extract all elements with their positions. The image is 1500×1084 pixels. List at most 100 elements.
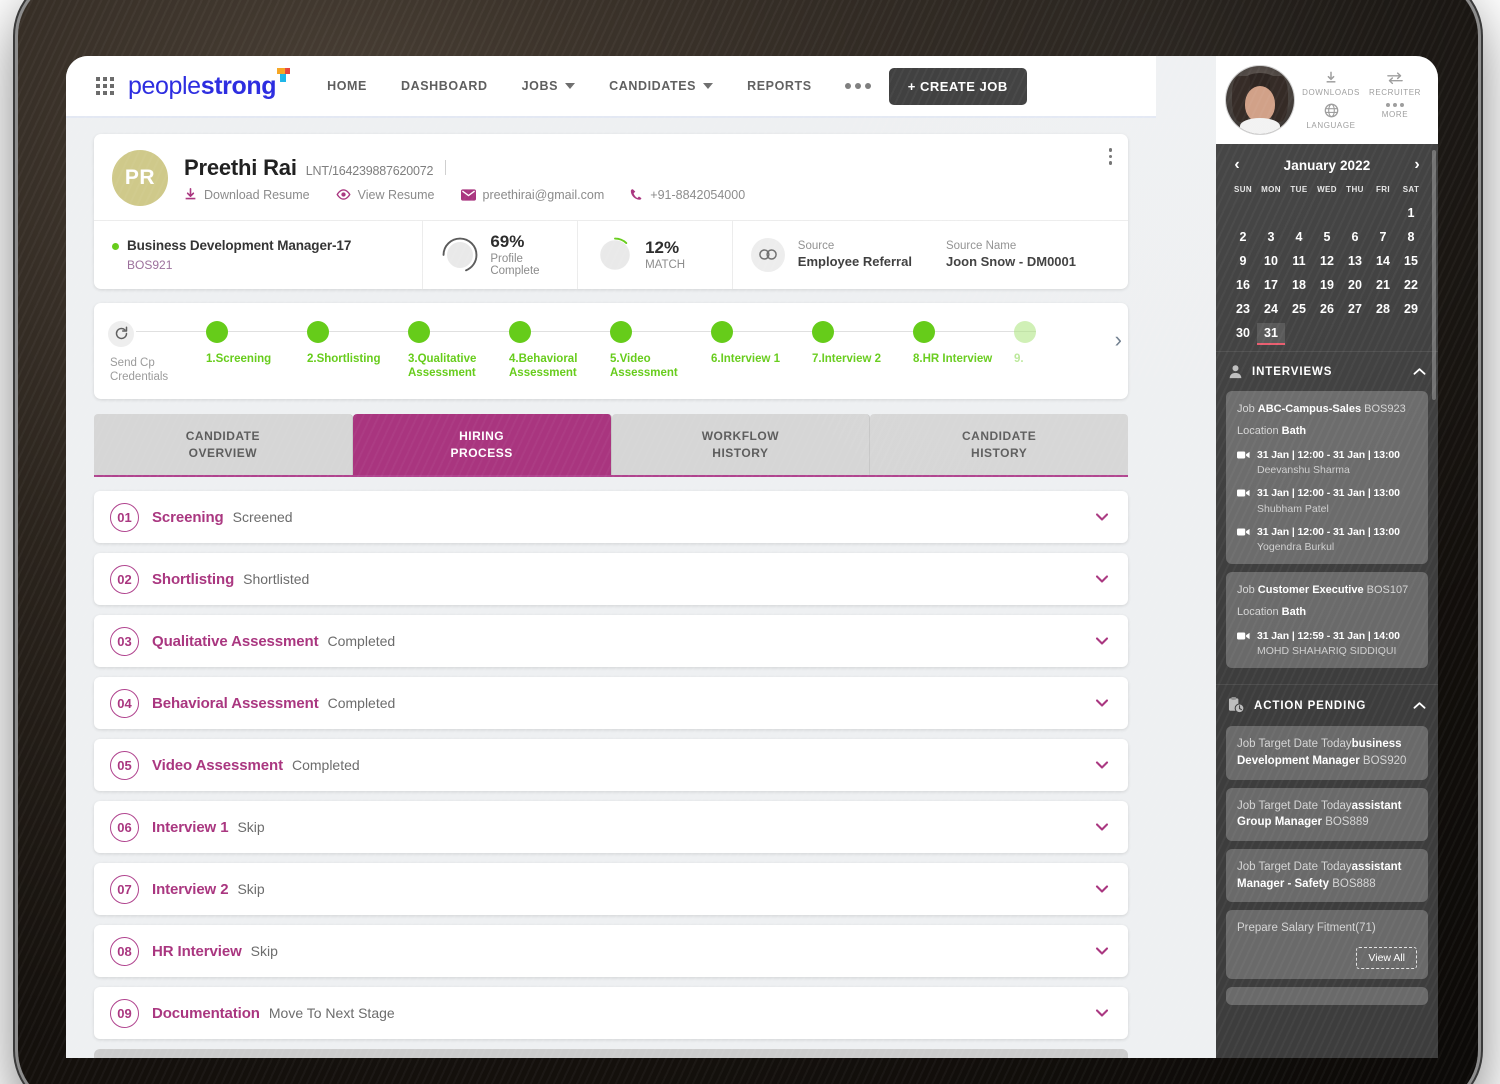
chevron-down-icon[interactable]: [1094, 819, 1110, 835]
tab-candidate-overview[interactable]: CANDIDATEOVERVIEW: [94, 414, 353, 476]
calendar-day[interactable]: 20: [1341, 275, 1369, 295]
candidate-phone[interactable]: +91-8842054000: [630, 188, 745, 202]
calendar-prev-month-button[interactable]: ‹: [1229, 156, 1245, 174]
calendar-day[interactable]: 4: [1285, 227, 1313, 247]
calendar-day[interactable]: 10: [1257, 251, 1285, 271]
stage-row-behavioral-assessment[interactable]: 04 Behavioral Assessment Completed: [94, 677, 1128, 729]
calendar-day[interactable]: 13: [1341, 251, 1369, 271]
calendar-day[interactable]: 24: [1257, 299, 1285, 319]
calendar-day[interactable]: 18: [1285, 275, 1313, 295]
action-pending-section-header[interactable]: ACTION PENDING: [1216, 684, 1438, 726]
interview-event[interactable]: 31 Jan | 12:00 - 31 Jan | 13:00Yogendra …: [1237, 525, 1417, 554]
chevron-down-icon[interactable]: [1094, 509, 1110, 525]
peoplestrong-logo[interactable]: peoplestrong: [128, 72, 276, 101]
action-pending-card-partial[interactable]: [1226, 987, 1428, 1005]
calendar-day[interactable]: 3: [1257, 227, 1285, 247]
calendar-day[interactable]: 11: [1285, 251, 1313, 271]
step-2-shortlisting[interactable]: 2.Shortlisting: [307, 321, 408, 366]
interviews-section-header[interactable]: INTERVIEWS: [1216, 351, 1438, 391]
action-pending-card[interactable]: Job Target Date Todayassistant Group Man…: [1226, 788, 1428, 841]
chevron-down-icon[interactable]: [1094, 1005, 1110, 1021]
calendar-day[interactable]: 12: [1313, 251, 1341, 271]
stage-row-salary-fitment[interactable]: 10 Salary Fitment Pending: [94, 1049, 1128, 1058]
step-4-behavioral-assessment[interactable]: 4.Behavioral Assessment: [509, 321, 610, 381]
step-8-hr-interview[interactable]: 8.HR Interview: [913, 321, 1014, 366]
chevron-up-icon[interactable]: [1413, 701, 1426, 710]
stage-row-video-assessment[interactable]: 05 Video Assessment Completed: [94, 739, 1128, 791]
recruiter-quick-action[interactable]: RECRUITER: [1364, 71, 1426, 97]
tab-hiring-process[interactable]: HIRINGPROCESS: [353, 414, 612, 476]
chevron-down-icon[interactable]: [1094, 757, 1110, 773]
interview-card[interactable]: Job Customer Executive BOS107Location Ba…: [1226, 572, 1428, 668]
calendar-day[interactable]: 29: [1397, 299, 1425, 319]
refresh-icon[interactable]: [108, 321, 134, 347]
interview-event[interactable]: 31 Jan | 12:00 - 31 Jan | 13:00Deevanshu…: [1237, 448, 1417, 477]
step-7-interview-2[interactable]: 7.Interview 2: [812, 321, 913, 366]
step-6-interview-1[interactable]: 6.Interview 1: [711, 321, 812, 366]
stage-row-hr-interview[interactable]: 08 HR Interview Skip: [94, 925, 1128, 977]
tab-candidate-history[interactable]: CANDIDATEHISTORY: [870, 414, 1128, 476]
action-pending-card[interactable]: Job Target Date Todaybusiness Developmen…: [1226, 726, 1428, 779]
calendar-day[interactable]: 16: [1229, 275, 1257, 295]
stage-row-interview-2[interactable]: 07 Interview 2 Skip: [94, 863, 1128, 915]
stage-row-shortlisting[interactable]: 02 Shortlisting Shortlisted: [94, 553, 1128, 605]
download-resume-link[interactable]: Download Resume: [184, 188, 310, 202]
calendar-day[interactable]: 14: [1369, 251, 1397, 271]
step-9-partial[interactable]: 9.: [1014, 321, 1115, 366]
calendar-day[interactable]: 30: [1229, 323, 1257, 345]
calendar-day[interactable]: 7: [1369, 227, 1397, 247]
calendar-day[interactable]: 2: [1229, 227, 1257, 247]
stage-row-interview-1[interactable]: 06 Interview 1 Skip: [94, 801, 1128, 853]
interview-card[interactable]: Job ABC-Campus-Sales BOS923Location Bath…: [1226, 391, 1428, 564]
more-quick-action[interactable]: MORE: [1364, 103, 1426, 130]
step-3-qualitative-assessment[interactable]: 3.Qualitative Assessment: [408, 321, 509, 381]
more-nav-ellipsis-icon[interactable]: [845, 83, 871, 89]
calendar-day[interactable]: 27: [1341, 299, 1369, 319]
calendar-day[interactable]: 19: [1313, 275, 1341, 295]
calendar-day[interactable]: 9: [1229, 251, 1257, 271]
view-all-button[interactable]: View All: [1356, 947, 1417, 969]
nav-item-dashboard[interactable]: DASHBOARD: [384, 79, 505, 93]
action-pending-card[interactable]: Job Target Date Todayassistant Manager -…: [1226, 849, 1428, 902]
create-job-button[interactable]: + CREATE JOB: [889, 68, 1027, 105]
calendar-day[interactable]: 17: [1257, 275, 1285, 295]
chevron-down-icon[interactable]: [1094, 633, 1110, 649]
calendar-day[interactable]: 22: [1397, 275, 1425, 295]
calendar-day[interactable]: 1: [1397, 203, 1425, 223]
view-resume-link[interactable]: View Resume: [336, 188, 435, 202]
stage-row-qualitative-assessment[interactable]: 03 Qualitative Assessment Completed: [94, 615, 1128, 667]
chevron-down-icon[interactable]: [1094, 695, 1110, 711]
nav-item-jobs[interactable]: JOBS: [505, 79, 592, 93]
calendar-day[interactable]: 5: [1313, 227, 1341, 247]
calendar-day[interactable]: 25: [1285, 299, 1313, 319]
candidate-more-menu-icon[interactable]: [1109, 148, 1113, 165]
stepper-next-arrow-icon[interactable]: ›: [1115, 327, 1122, 353]
stage-row-screening[interactable]: 01 Screening Screened: [94, 491, 1128, 543]
calendar-day-selected[interactable]: 31: [1257, 323, 1285, 345]
step-5-video-assessment[interactable]: 5.Video Assessment: [610, 321, 711, 381]
calendar-day[interactable]: 6: [1341, 227, 1369, 247]
interview-event[interactable]: 31 Jan | 12:00 - 31 Jan | 13:00Shubham P…: [1237, 486, 1417, 515]
interview-event[interactable]: 31 Jan | 12:59 - 31 Jan | 14:00MOHD SHAH…: [1237, 629, 1417, 658]
downloads-quick-action[interactable]: DOWNLOADS: [1300, 71, 1362, 97]
tab-workflow-history[interactable]: WORKFLOWHISTORY: [612, 414, 871, 476]
chevron-down-icon[interactable]: [1094, 943, 1110, 959]
stage-row-documentation[interactable]: 09 Documentation Move To Next Stage: [94, 987, 1128, 1039]
chevron-up-icon[interactable]: [1413, 367, 1426, 376]
nav-item-reports[interactable]: REPORTS: [730, 79, 829, 93]
calendar-day[interactable]: 21: [1369, 275, 1397, 295]
calendar-day[interactable]: 26: [1313, 299, 1341, 319]
action-pending-card[interactable]: Prepare Salary Fitment(71)View All: [1226, 910, 1428, 979]
calendar-next-month-button[interactable]: ›: [1409, 156, 1425, 174]
candidate-email[interactable]: preethirai@gmail.com: [461, 188, 605, 202]
language-quick-action[interactable]: LANGUAGE: [1300, 103, 1362, 130]
nav-item-home[interactable]: HOME: [310, 79, 384, 93]
user-avatar-photo[interactable]: [1226, 66, 1294, 134]
calendar-day[interactable]: 28: [1369, 299, 1397, 319]
chevron-down-icon[interactable]: [1094, 881, 1110, 897]
step-send-cp-credentials[interactable]: Send Cp Credentials: [110, 321, 206, 385]
calendar-day[interactable]: 23: [1229, 299, 1257, 319]
step-1-screening[interactable]: 1.Screening: [206, 321, 307, 366]
calendar-day[interactable]: 15: [1397, 251, 1425, 271]
apps-grid-icon[interactable]: [96, 77, 114, 95]
